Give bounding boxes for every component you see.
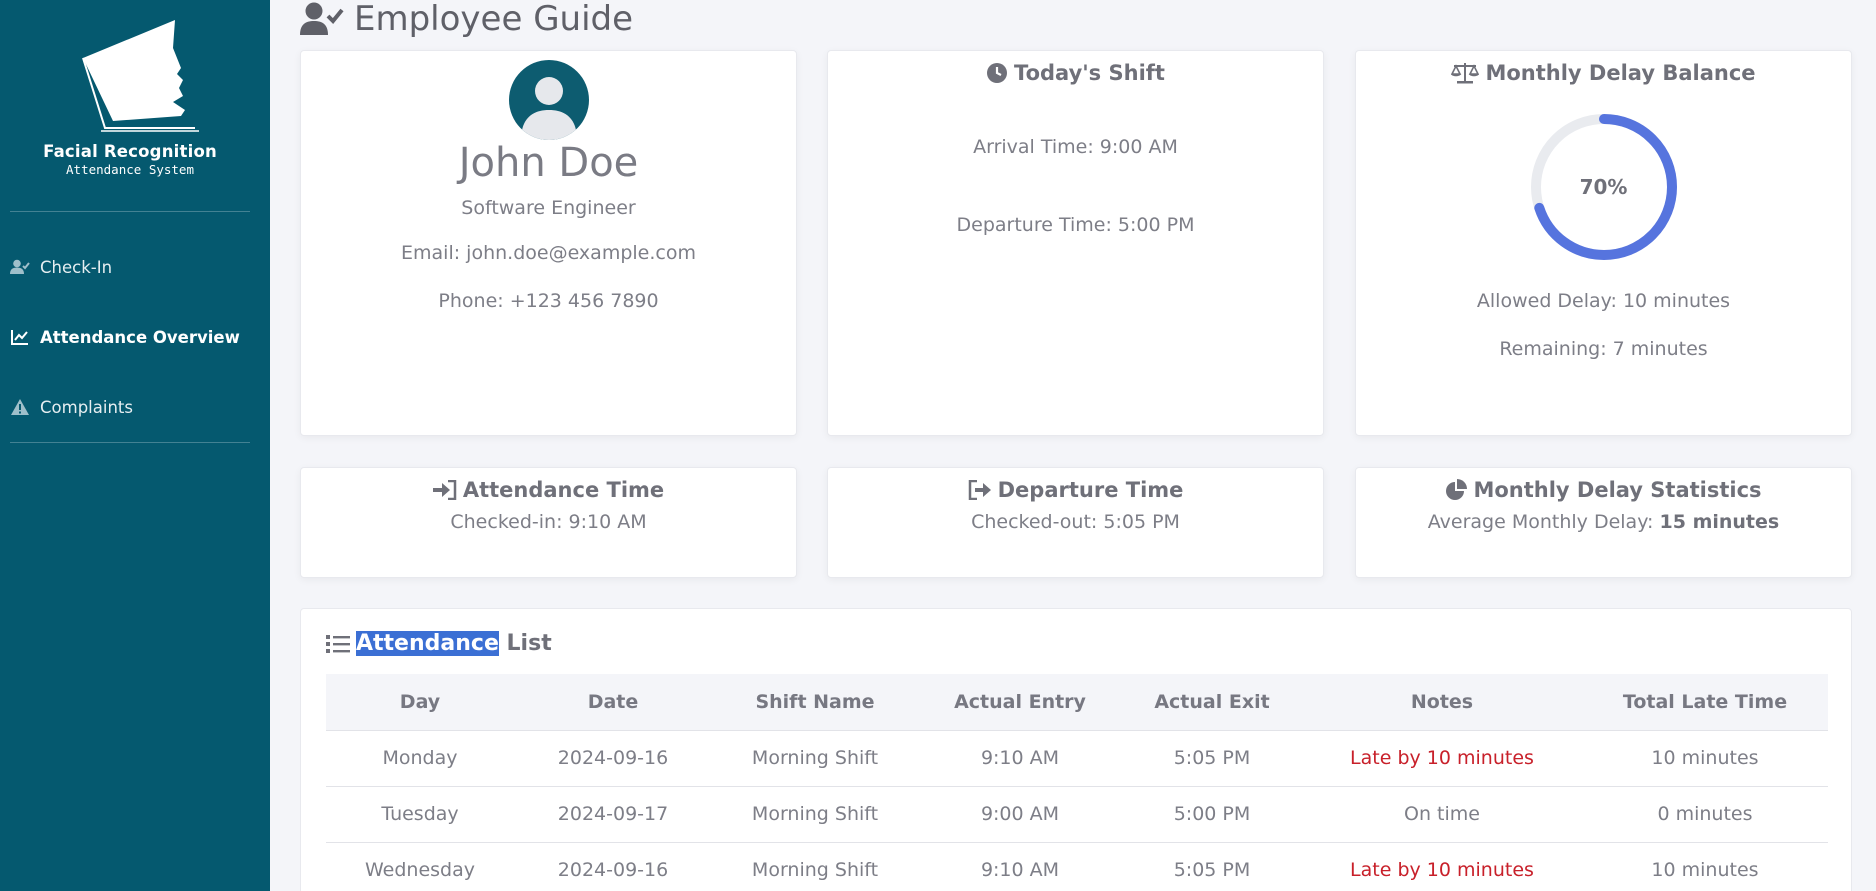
table-cell: Wednesday: [326, 842, 514, 891]
attendance-list-title-rest: List: [498, 631, 552, 656]
table-row: Tuesday 2024-09-17 Morning Shift 9:00 AM…: [326, 786, 1828, 843]
employee-role: Software Engineer: [461, 197, 636, 219]
sidebar-item-label: Check-In: [40, 257, 113, 277]
column-header: Date: [514, 674, 712, 731]
table-cell: 9:10 AM: [918, 730, 1122, 787]
table-cell: 2024-09-16: [514, 842, 712, 891]
gauge-percent: 70%: [1579, 175, 1628, 199]
column-header: Notes: [1302, 674, 1582, 731]
sidebar-divider: [10, 442, 250, 443]
delay-statistics-card: Monthly Delay Statistics Average Monthly…: [1355, 467, 1852, 578]
employee-email: Email: john.doe@example.com: [401, 242, 696, 264]
average-delay: Average Monthly Delay: 15 minutes: [1356, 511, 1851, 533]
employee-phone: Phone: +123 456 7890: [438, 290, 659, 312]
user-check-icon: [300, 2, 344, 36]
sign-in-icon: [432, 480, 457, 500]
card-title: Attendance Time: [301, 478, 796, 502]
sidebar-item-check-in[interactable]: Check-In: [10, 252, 250, 282]
user-avatar-icon: [508, 60, 589, 140]
table-cell: 9:00 AM: [918, 786, 1122, 843]
table-cell: 10 minutes: [1582, 730, 1828, 787]
card-title-text: Departure Time: [997, 478, 1184, 502]
attendance-list-title-highlight: Attendance: [356, 631, 499, 656]
table-cell: 5:05 PM: [1122, 842, 1302, 891]
card-title-text: Today's Shift: [1014, 61, 1165, 85]
clock-icon: [986, 62, 1008, 84]
table-cell: 10 minutes: [1582, 842, 1828, 891]
table-cell: 2024-09-17: [514, 786, 712, 843]
card-title: Monthly Delay Balance: [1356, 61, 1851, 85]
pie-chart-icon: [1445, 479, 1468, 501]
sidebar-item-label: Attendance Overview: [40, 327, 240, 347]
table-cell: Morning Shift: [712, 786, 918, 843]
page-title-text: Employee Guide: [354, 0, 634, 39]
delay-gauge: 70%: [1529, 112, 1679, 262]
column-header: Shift Name: [712, 674, 918, 731]
table-row: Monday 2024-09-16 Morning Shift 9:10 AM …: [326, 730, 1828, 787]
column-header: Day: [326, 674, 514, 731]
column-header: Actual Entry: [918, 674, 1122, 731]
table-cell: 0 minutes: [1582, 786, 1828, 843]
scale-icon: [1451, 62, 1480, 84]
list-icon: [326, 634, 350, 654]
app-logo: Facial Recognition Attendance System: [0, 18, 260, 177]
departure-time-card: Departure Time Checked-out: 5:05 PM: [827, 467, 1324, 578]
allowed-delay: Allowed Delay: 10 minutes: [1476, 290, 1731, 312]
table-cell: 5:05 PM: [1122, 730, 1302, 787]
logo-icon: [82, 20, 199, 132]
checked-out-value: Checked-out: 5:05 PM: [971, 511, 1180, 533]
sidebar-item-attendance-overview[interactable]: Attendance Overview: [10, 322, 250, 352]
table-row: Wednesday 2024-09-16 Morning Shift 9:10 …: [326, 842, 1828, 891]
profile-card: John Doe Software Engineer Email: john.d…: [300, 50, 797, 436]
attendance-list-card: Attendance List Day Date Shift Name Actu…: [300, 608, 1852, 891]
table-header-row: Day Date Shift Name Actual Entry Actual …: [326, 674, 1828, 731]
table-cell-notes: Late by 10 minutes: [1302, 842, 1582, 891]
sign-out-icon: [968, 480, 992, 500]
card-title: Today's Shift: [828, 61, 1323, 85]
table-cell: 9:10 AM: [918, 842, 1122, 891]
table-cell: 2024-09-16: [514, 730, 712, 787]
chart-line-icon: [10, 327, 30, 347]
table-cell: Morning Shift: [712, 842, 918, 891]
user-check-icon: [10, 257, 30, 277]
warning-icon: [10, 397, 30, 417]
sidebar-divider: [10, 211, 250, 212]
table-cell-notes: On time: [1302, 786, 1582, 843]
card-title-text: Monthly Delay Statistics: [1473, 478, 1762, 502]
card-title-text: Monthly Delay Balance: [1485, 61, 1756, 85]
sidebar-item-complaints[interactable]: Complaints: [10, 392, 250, 422]
average-delay-value: 15 minutes: [1659, 511, 1780, 533]
sidebar: Facial Recognition Attendance System Che…: [0, 0, 270, 891]
todays-shift-card: Today's Shift Arrival Time: 9:00 AM Depa…: [827, 50, 1324, 436]
average-delay-label: Average Monthly Delay:: [1427, 511, 1660, 533]
column-header: Actual Exit: [1122, 674, 1302, 731]
attendance-list-title: Attendance List: [326, 631, 552, 656]
table-cell: Monday: [326, 730, 514, 787]
table-cell: 5:00 PM: [1122, 786, 1302, 843]
logo-title: Facial Recognition: [43, 142, 217, 161]
attendance-table: Day Date Shift Name Actual Entry Actual …: [326, 674, 1828, 891]
card-title: Monthly Delay Statistics: [1356, 478, 1851, 502]
logo-subtitle: Attendance System: [66, 162, 194, 177]
page-title: Employee Guide: [300, 0, 634, 39]
attendance-time-card: Attendance Time Checked-in: 9:10 AM: [300, 467, 797, 578]
arrival-time: Arrival Time: 9:00 AM: [973, 136, 1178, 158]
table-cell: Morning Shift: [712, 730, 918, 787]
card-title-text: Attendance Time: [462, 478, 665, 502]
column-header: Total Late Time: [1582, 674, 1828, 731]
delay-balance-card: Monthly Delay Balance 70% Allowed Delay:…: [1355, 50, 1852, 436]
remaining-delay: Remaining: 7 minutes: [1499, 338, 1708, 360]
employee-name: John Doe: [458, 140, 639, 186]
card-title: Departure Time: [828, 478, 1323, 502]
sidebar-item-label: Complaints: [40, 397, 133, 417]
checked-in-value: Checked-in: 9:10 AM: [450, 511, 647, 533]
table-cell-notes: Late by 10 minutes: [1302, 730, 1582, 787]
table-cell: Tuesday: [326, 786, 514, 843]
departure-time: Departure Time: 5:00 PM: [956, 214, 1195, 236]
